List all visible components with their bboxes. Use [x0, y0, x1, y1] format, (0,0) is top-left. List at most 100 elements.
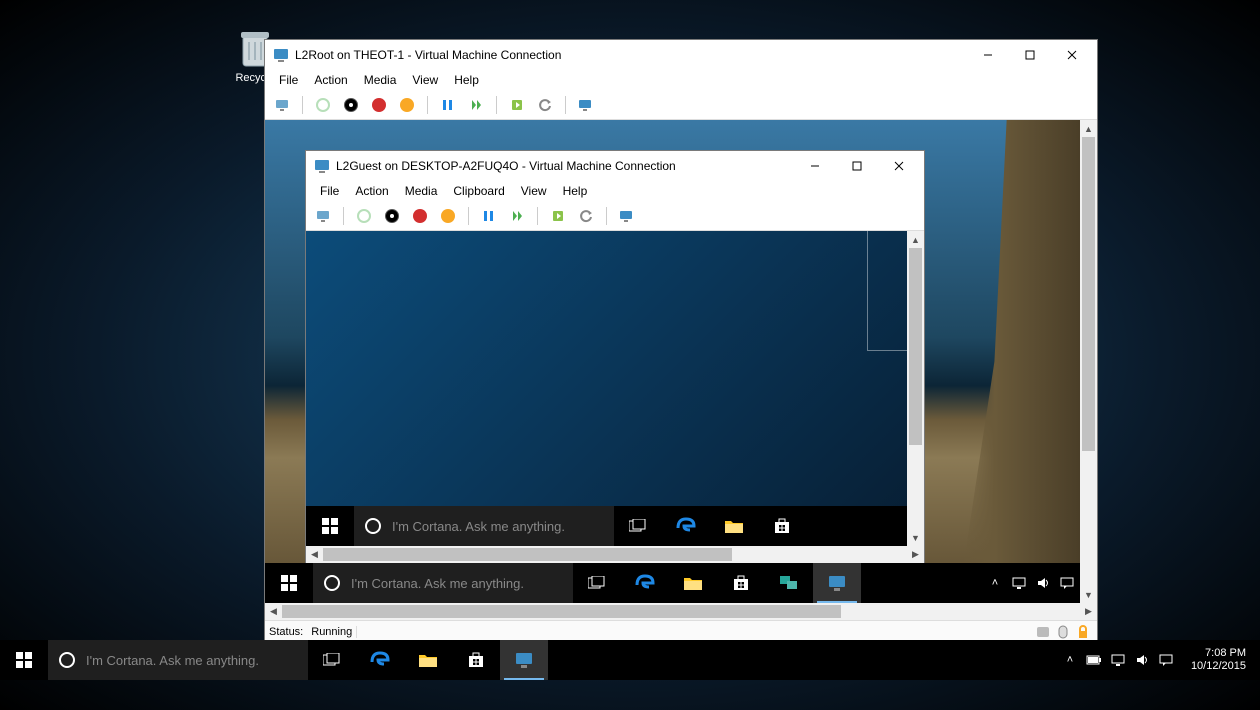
start-menu-button[interactable]	[0, 640, 48, 680]
menu-help[interactable]: Help	[555, 184, 596, 198]
tray-chevron-up-icon[interactable]: ˄	[986, 574, 1004, 592]
task-view-button[interactable]	[614, 506, 662, 546]
maximize-button[interactable]	[1009, 41, 1051, 69]
outer-toolbar	[265, 90, 1097, 120]
vmconnect-button[interactable]	[500, 640, 548, 680]
store-button[interactable]	[758, 506, 806, 546]
cortana-search[interactable]: I'm Cortana. Ask me anything.	[48, 640, 308, 680]
pause-button[interactable]	[478, 205, 500, 227]
explorer-button[interactable]	[404, 640, 452, 680]
store-button[interactable]	[452, 640, 500, 680]
folder-icon	[724, 518, 744, 534]
menu-file[interactable]: File	[271, 73, 306, 87]
scroll-up-icon[interactable]: ▲	[907, 231, 924, 248]
explorer-button[interactable]	[710, 506, 758, 546]
menu-view[interactable]: View	[404, 73, 446, 87]
inner-titlebar[interactable]: L2Guest on DESKTOP-A2FUQ4O - Virtual Mac…	[306, 151, 924, 181]
edge-button[interactable]	[356, 640, 404, 680]
ctrl-alt-del-button[interactable]	[312, 205, 334, 227]
explorer-button[interactable]	[669, 563, 717, 603]
cortana-search[interactable]: I'm Cortana. Ask me anything.	[313, 563, 573, 603]
windows-logo-icon	[281, 575, 297, 591]
battery-icon[interactable]	[1085, 651, 1103, 669]
pause-button[interactable]	[437, 94, 459, 116]
network-icon[interactable]	[1109, 651, 1127, 669]
host-taskbar: I'm Cortana. Ask me anything. ˄ 7:08 PM …	[0, 640, 1260, 680]
save-button[interactable]	[396, 94, 418, 116]
outer-horizontal-scrollbar[interactable]: ◀▶	[265, 603, 1097, 620]
menu-action[interactable]: Action	[306, 73, 355, 87]
minimize-button[interactable]	[794, 152, 836, 180]
enhanced-session-button[interactable]	[616, 205, 638, 227]
enhanced-session-button[interactable]	[575, 94, 597, 116]
action-center-icon[interactable]	[1157, 651, 1175, 669]
outer-guest-desktop[interactable]: Windows 10 Enterprise In Evaluation cop …	[265, 120, 1080, 603]
revert-button[interactable]	[534, 94, 556, 116]
start-menu-button[interactable]	[265, 563, 313, 603]
shutdown-button[interactable]	[368, 94, 390, 116]
checkpoint-button[interactable]	[506, 94, 528, 116]
start-button[interactable]	[312, 94, 334, 116]
scroll-down-icon[interactable]: ▼	[907, 529, 924, 546]
start-button[interactable]	[353, 205, 375, 227]
edge-button[interactable]	[621, 563, 669, 603]
revert-button[interactable]	[575, 205, 597, 227]
action-center-icon[interactable]	[1058, 574, 1076, 592]
menu-help[interactable]: Help	[446, 73, 487, 87]
network-icon[interactable]	[1010, 574, 1028, 592]
shutdown-button[interactable]	[409, 205, 431, 227]
checkpoint-button[interactable]	[547, 205, 569, 227]
cortana-icon	[364, 517, 382, 535]
scroll-left-icon[interactable]: ◀	[265, 603, 282, 620]
reset-button[interactable]	[465, 94, 487, 116]
vmconnect-button[interactable]	[813, 563, 861, 603]
outer-vertical-scrollbar[interactable]: ▲▼	[1080, 120, 1097, 603]
scroll-right-icon[interactable]: ▶	[1080, 603, 1097, 620]
store-button[interactable]	[717, 563, 765, 603]
scroll-left-icon[interactable]: ◀	[306, 546, 323, 563]
toolbar-separator	[427, 96, 428, 114]
turnoff-button[interactable]	[381, 205, 403, 227]
edge-icon	[370, 650, 390, 670]
cortana-search[interactable]: I'm Cortana. Ask me anything.	[354, 506, 614, 546]
store-icon	[773, 517, 791, 535]
menu-media[interactable]: Media	[397, 184, 446, 198]
save-button[interactable]	[437, 205, 459, 227]
start-menu-button[interactable]	[306, 506, 354, 546]
task-view-button[interactable]	[308, 640, 356, 680]
scroll-up-icon[interactable]: ▲	[1080, 120, 1097, 137]
inner-horizontal-scrollbar[interactable]: ◀▶	[306, 546, 924, 563]
close-button[interactable]	[1051, 41, 1093, 69]
scroll-right-icon[interactable]: ▶	[907, 546, 924, 563]
volume-icon[interactable]	[1133, 651, 1151, 669]
ctrl-alt-del-button[interactable]	[271, 94, 293, 116]
status-label: Status:	[269, 626, 303, 638]
outer-content-area: Windows 10 Enterprise In Evaluation cop …	[265, 120, 1097, 603]
clock[interactable]: 7:08 PM 10/12/2015	[1181, 647, 1256, 673]
edge-button[interactable]	[662, 506, 710, 546]
menu-media[interactable]: Media	[356, 73, 405, 87]
hyperv-manager-button[interactable]	[765, 563, 813, 603]
mouse-status-icon	[1055, 624, 1071, 640]
minimize-button[interactable]	[967, 41, 1009, 69]
task-view-button[interactable]	[573, 563, 621, 603]
turnoff-button[interactable]	[340, 94, 362, 116]
close-button[interactable]	[878, 152, 920, 180]
inner-vertical-scrollbar[interactable]: ▲▼	[907, 231, 924, 546]
reset-button[interactable]	[506, 205, 528, 227]
task-view-icon	[588, 576, 606, 590]
task-view-icon	[323, 653, 341, 667]
task-view-icon	[629, 519, 647, 533]
maximize-button[interactable]	[836, 152, 878, 180]
outer-guest-tray: ˄	[986, 574, 1080, 592]
tray-chevron-up-icon[interactable]: ˄	[1061, 651, 1079, 669]
menu-clipboard[interactable]: Clipboard	[445, 184, 512, 198]
store-icon	[732, 574, 750, 592]
menu-view[interactable]: View	[513, 184, 555, 198]
menu-file[interactable]: File	[312, 184, 347, 198]
inner-guest-desktop[interactable]: I'm Cortana. Ask me anything.	[306, 231, 907, 546]
menu-action[interactable]: Action	[347, 184, 396, 198]
outer-titlebar[interactable]: L2Root on THEOT-1 - Virtual Machine Conn…	[265, 40, 1097, 70]
scroll-down-icon[interactable]: ▼	[1080, 586, 1097, 603]
volume-icon[interactable]	[1034, 574, 1052, 592]
